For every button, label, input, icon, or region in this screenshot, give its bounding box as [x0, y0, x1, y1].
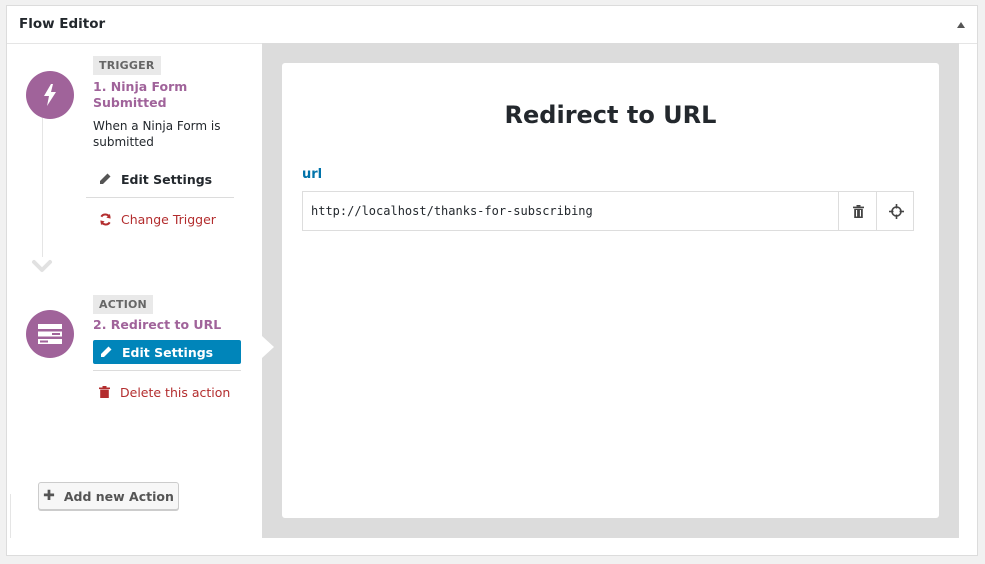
crosshair-icon[interactable]: [876, 192, 915, 230]
trash-icon: [97, 386, 111, 398]
url-field-group: [302, 191, 914, 231]
trigger-description: When a Ninja Form is submitted: [93, 119, 221, 149]
plus-icon: ✚: [43, 488, 55, 504]
chevron-down-icon: [32, 260, 52, 272]
trigger-edit-settings-label: Edit Settings: [121, 171, 213, 187]
action-edit-settings-button[interactable]: Edit Settings: [93, 340, 241, 364]
collapse-toggle-icon[interactable]: [957, 22, 965, 28]
timeline-connector-bottom: [10, 494, 11, 538]
pencil-icon: [98, 173, 112, 185]
trigger-divider: [86, 197, 234, 198]
editor-pointer: [262, 336, 274, 358]
panel-header: Flow Editor: [7, 6, 977, 44]
change-trigger-link[interactable]: Change Trigger: [86, 207, 234, 231]
refresh-icon: [98, 213, 112, 226]
action-edit-settings-label: Edit Settings: [122, 344, 214, 360]
url-field-label: url: [302, 167, 323, 182]
add-new-action-label: Add new Action: [63, 488, 174, 504]
lightning-bolt-icon: [26, 71, 74, 119]
panel-title: Flow Editor: [19, 16, 106, 32]
delete-action-link[interactable]: Delete this action: [93, 380, 241, 404]
server-stack-icon: [26, 310, 74, 358]
action-divider: [93, 370, 241, 371]
change-trigger-label: Change Trigger: [121, 211, 216, 227]
settings-title: Redirect to URL: [504, 101, 717, 129]
delete-action-label: Delete this action: [120, 384, 231, 400]
add-new-action-button[interactable]: ✚ Add new Action: [38, 482, 179, 510]
trigger-edit-settings-button[interactable]: Edit Settings: [86, 167, 234, 191]
trash-icon[interactable]: [838, 192, 877, 230]
action-title[interactable]: 2. Redirect to URL: [93, 317, 233, 333]
trigger-title[interactable]: 1. Ninja Form Submitted: [93, 79, 203, 111]
settings-card: Redirect to URL url: [282, 63, 939, 518]
action-tag: ACTION: [93, 295, 153, 314]
pencil-icon: [99, 346, 113, 358]
url-input[interactable]: [303, 192, 838, 230]
trigger-tag: TRIGGER: [93, 56, 161, 75]
